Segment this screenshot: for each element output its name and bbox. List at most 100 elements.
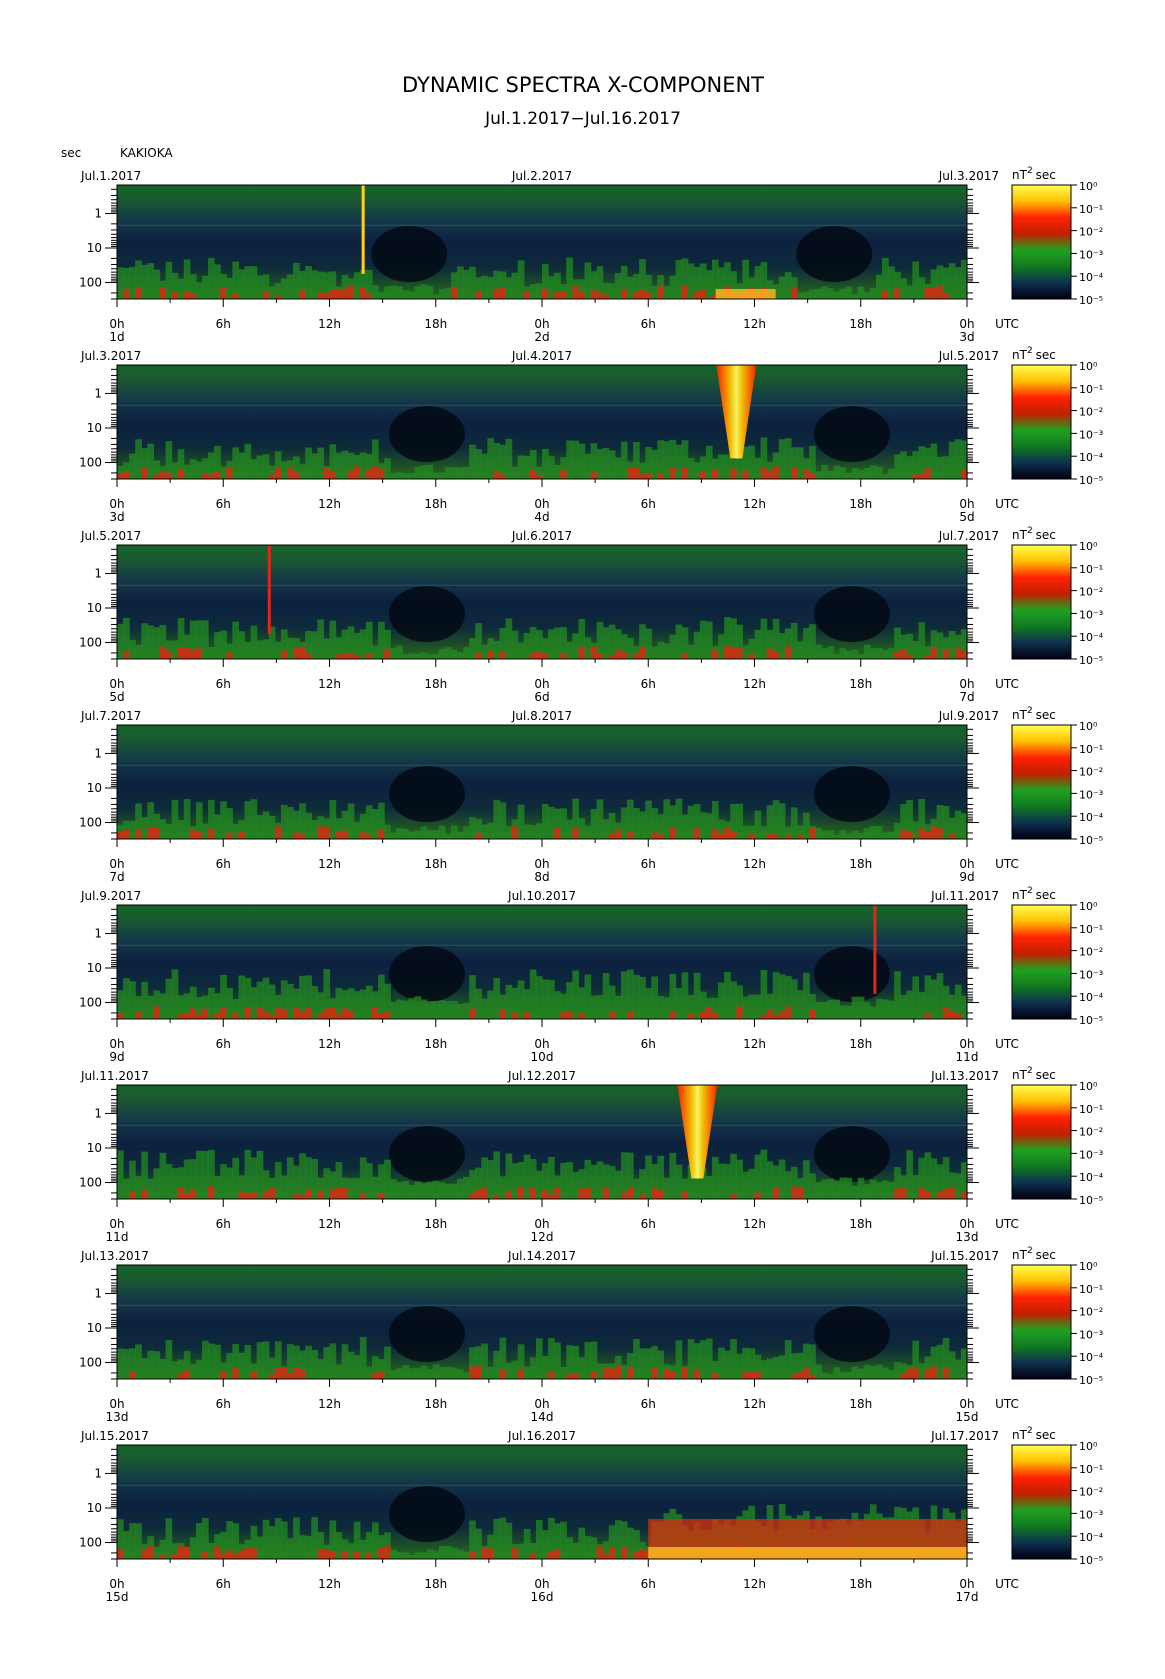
- activity-red: [930, 1366, 938, 1379]
- activity-green: [262, 811, 270, 839]
- activity-green: [748, 445, 756, 479]
- activity-red: [202, 474, 209, 479]
- date-label-left: Jul.13.2017: [80, 1249, 149, 1263]
- activity-red: [748, 833, 756, 839]
- activity-green: [238, 975, 246, 1019]
- activity-green: [378, 974, 385, 1019]
- activity-green: [444, 287, 452, 299]
- activity-green: [487, 1366, 495, 1379]
- activity-green: [875, 274, 883, 299]
- activity-red: [560, 1012, 567, 1019]
- activity-red: [681, 1191, 689, 1199]
- activity-green: [875, 998, 883, 1019]
- activity-green: [633, 1178, 640, 1199]
- activity-green: [153, 1546, 161, 1559]
- activity-red: [226, 832, 233, 839]
- activity-green: [493, 641, 501, 659]
- activity-red: [906, 654, 913, 659]
- activity-red: [341, 1188, 349, 1199]
- activity-red: [712, 828, 719, 839]
- activity-red: [730, 646, 737, 659]
- activity-green: [214, 814, 221, 839]
- colorbar-unit-label: nT2 sec: [1012, 886, 1056, 902]
- colorbar-unit-label: nT2 sec: [1012, 1066, 1056, 1082]
- activity-green: [280, 278, 288, 299]
- x-tick-label: 6h: [641, 1397, 656, 1411]
- y-tick-label: 1: [94, 566, 102, 580]
- activity-red: [924, 287, 932, 299]
- x-tick-label: 0h: [534, 857, 549, 871]
- activity-green: [402, 654, 410, 659]
- activity-green: [372, 1176, 379, 1199]
- activity-green: [529, 825, 537, 839]
- quiet-region: [813, 586, 890, 643]
- activity-green: [718, 634, 725, 659]
- activity-green: [857, 996, 865, 1019]
- activity-red: [772, 1014, 780, 1019]
- activity-green: [402, 1181, 410, 1199]
- activity-green: [523, 1154, 531, 1199]
- x-unit-label: UTC: [995, 1217, 1019, 1231]
- activity-green: [651, 449, 658, 479]
- activity-green: [857, 832, 865, 839]
- activity-green: [839, 1372, 847, 1379]
- activity-green: [232, 261, 240, 299]
- activity-green: [135, 1344, 142, 1379]
- activity-green: [505, 826, 513, 839]
- activity-red: [766, 648, 774, 659]
- activity-green: [602, 448, 610, 479]
- activity-green: [936, 973, 944, 1019]
- activity-green: [335, 1364, 343, 1379]
- activity-red: [189, 829, 197, 839]
- activity-green: [833, 999, 841, 1019]
- activity-green: [117, 623, 124, 659]
- activity-green: [287, 274, 294, 299]
- activity-red: [924, 1368, 932, 1379]
- colorbar-unit-label: nT2 sec: [1012, 1426, 1056, 1442]
- activity-red: [365, 834, 373, 839]
- activity-red: [171, 291, 179, 299]
- activity-green: [147, 625, 155, 659]
- activity-green: [208, 257, 215, 299]
- activity-red: [681, 653, 689, 659]
- x-tick-label: 0h: [534, 1577, 549, 1591]
- activity-red: [730, 831, 737, 839]
- activity-green: [384, 286, 391, 299]
- activity-red: [900, 830, 907, 839]
- activity-red: [384, 1012, 391, 1019]
- activity-red: [784, 646, 792, 659]
- activity-red: [712, 1373, 719, 1379]
- activity-green: [821, 464, 828, 479]
- colorbar-tick-label: 10⁻³: [1079, 608, 1103, 621]
- x-unit-label: UTC: [995, 1577, 1019, 1591]
- activity-green: [857, 1368, 865, 1379]
- activity-green: [159, 819, 167, 839]
- activity-green: [432, 294, 440, 299]
- activity-red: [359, 1193, 367, 1199]
- quiet-region: [388, 1306, 465, 1363]
- colorbar-tick-label: 10⁰: [1079, 1080, 1098, 1093]
- activity-red: [177, 1187, 185, 1199]
- activity-green: [517, 260, 525, 299]
- colorbar-tick-label: 10⁻⁴: [1079, 991, 1104, 1004]
- activity-red: [183, 647, 191, 659]
- activity-green: [475, 1528, 482, 1559]
- activity-red: [542, 288, 549, 299]
- activity-green: [693, 631, 701, 659]
- activity-green: [457, 1369, 464, 1379]
- activity-red: [493, 470, 501, 479]
- activity-green: [851, 830, 859, 839]
- activity-green: [499, 1517, 507, 1559]
- activity-red: [590, 1371, 598, 1379]
- activity-green: [153, 627, 161, 659]
- activity-green: [396, 1551, 403, 1559]
- activity-green: [450, 1183, 458, 1199]
- activity-green: [809, 289, 816, 299]
- activity-green: [912, 640, 920, 659]
- activity-red: [627, 1012, 634, 1019]
- activity-red: [560, 469, 567, 479]
- colorbar-tick-label: 10⁻⁴: [1079, 1351, 1104, 1364]
- activity-green: [177, 820, 185, 839]
- x-axis: 0h 6h 12h 18h 0h 6h 12h 18h 0h UTC 7d 8d 9d: [109, 839, 1019, 884]
- x-tick-label: 0h: [534, 1397, 549, 1411]
